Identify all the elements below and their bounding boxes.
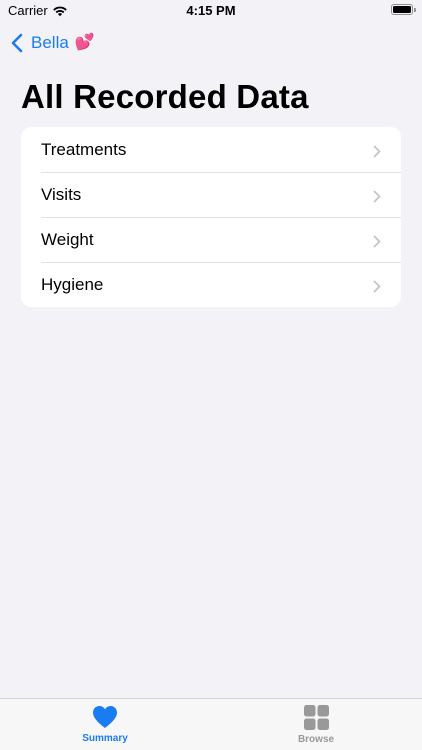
list-item-label: Weight	[41, 229, 94, 249]
list-item-hygiene[interactable]: Hygiene	[21, 262, 401, 307]
chevron-right-icon	[373, 143, 381, 163]
chevron-right-icon	[373, 233, 381, 253]
status-time: 4:15 PM	[186, 3, 236, 18]
tab-bar: Summary Browse	[0, 698, 422, 750]
two-hearts-icon: 💕	[74, 34, 95, 51]
battery-icon	[391, 4, 416, 15]
back-button[interactable]: Bella 💕	[11, 30, 95, 56]
chevron-left-icon	[11, 33, 31, 53]
tab-label: Summary	[82, 733, 128, 744]
tab-label: Browse	[297, 734, 335, 745]
battery-fill	[393, 6, 411, 13]
list-item-treatments[interactable]: Treatments	[21, 127, 401, 172]
list-item-weight[interactable]: Weight	[21, 217, 401, 262]
chevron-right-icon	[373, 278, 381, 298]
page-title: All Recorded Data	[21, 78, 309, 115]
status-bar: Carrier 4:15 PM	[0, 0, 422, 22]
back-label: Bella	[31, 33, 69, 52]
heart-icon	[92, 705, 118, 729]
list-item-label: Treatments	[41, 139, 127, 159]
list-item-visits[interactable]: Visits	[21, 172, 401, 217]
list-item-label: Hygiene	[41, 274, 104, 294]
chevron-right-icon	[373, 188, 381, 208]
grid-icon	[303, 705, 329, 730]
list-item-label: Visits	[41, 184, 82, 204]
tab-browse[interactable]: Browse	[256, 705, 376, 745]
tab-summary[interactable]: Summary	[45, 705, 165, 744]
recorded-data-list: Treatments Visits Weight Hygiene	[21, 127, 401, 307]
